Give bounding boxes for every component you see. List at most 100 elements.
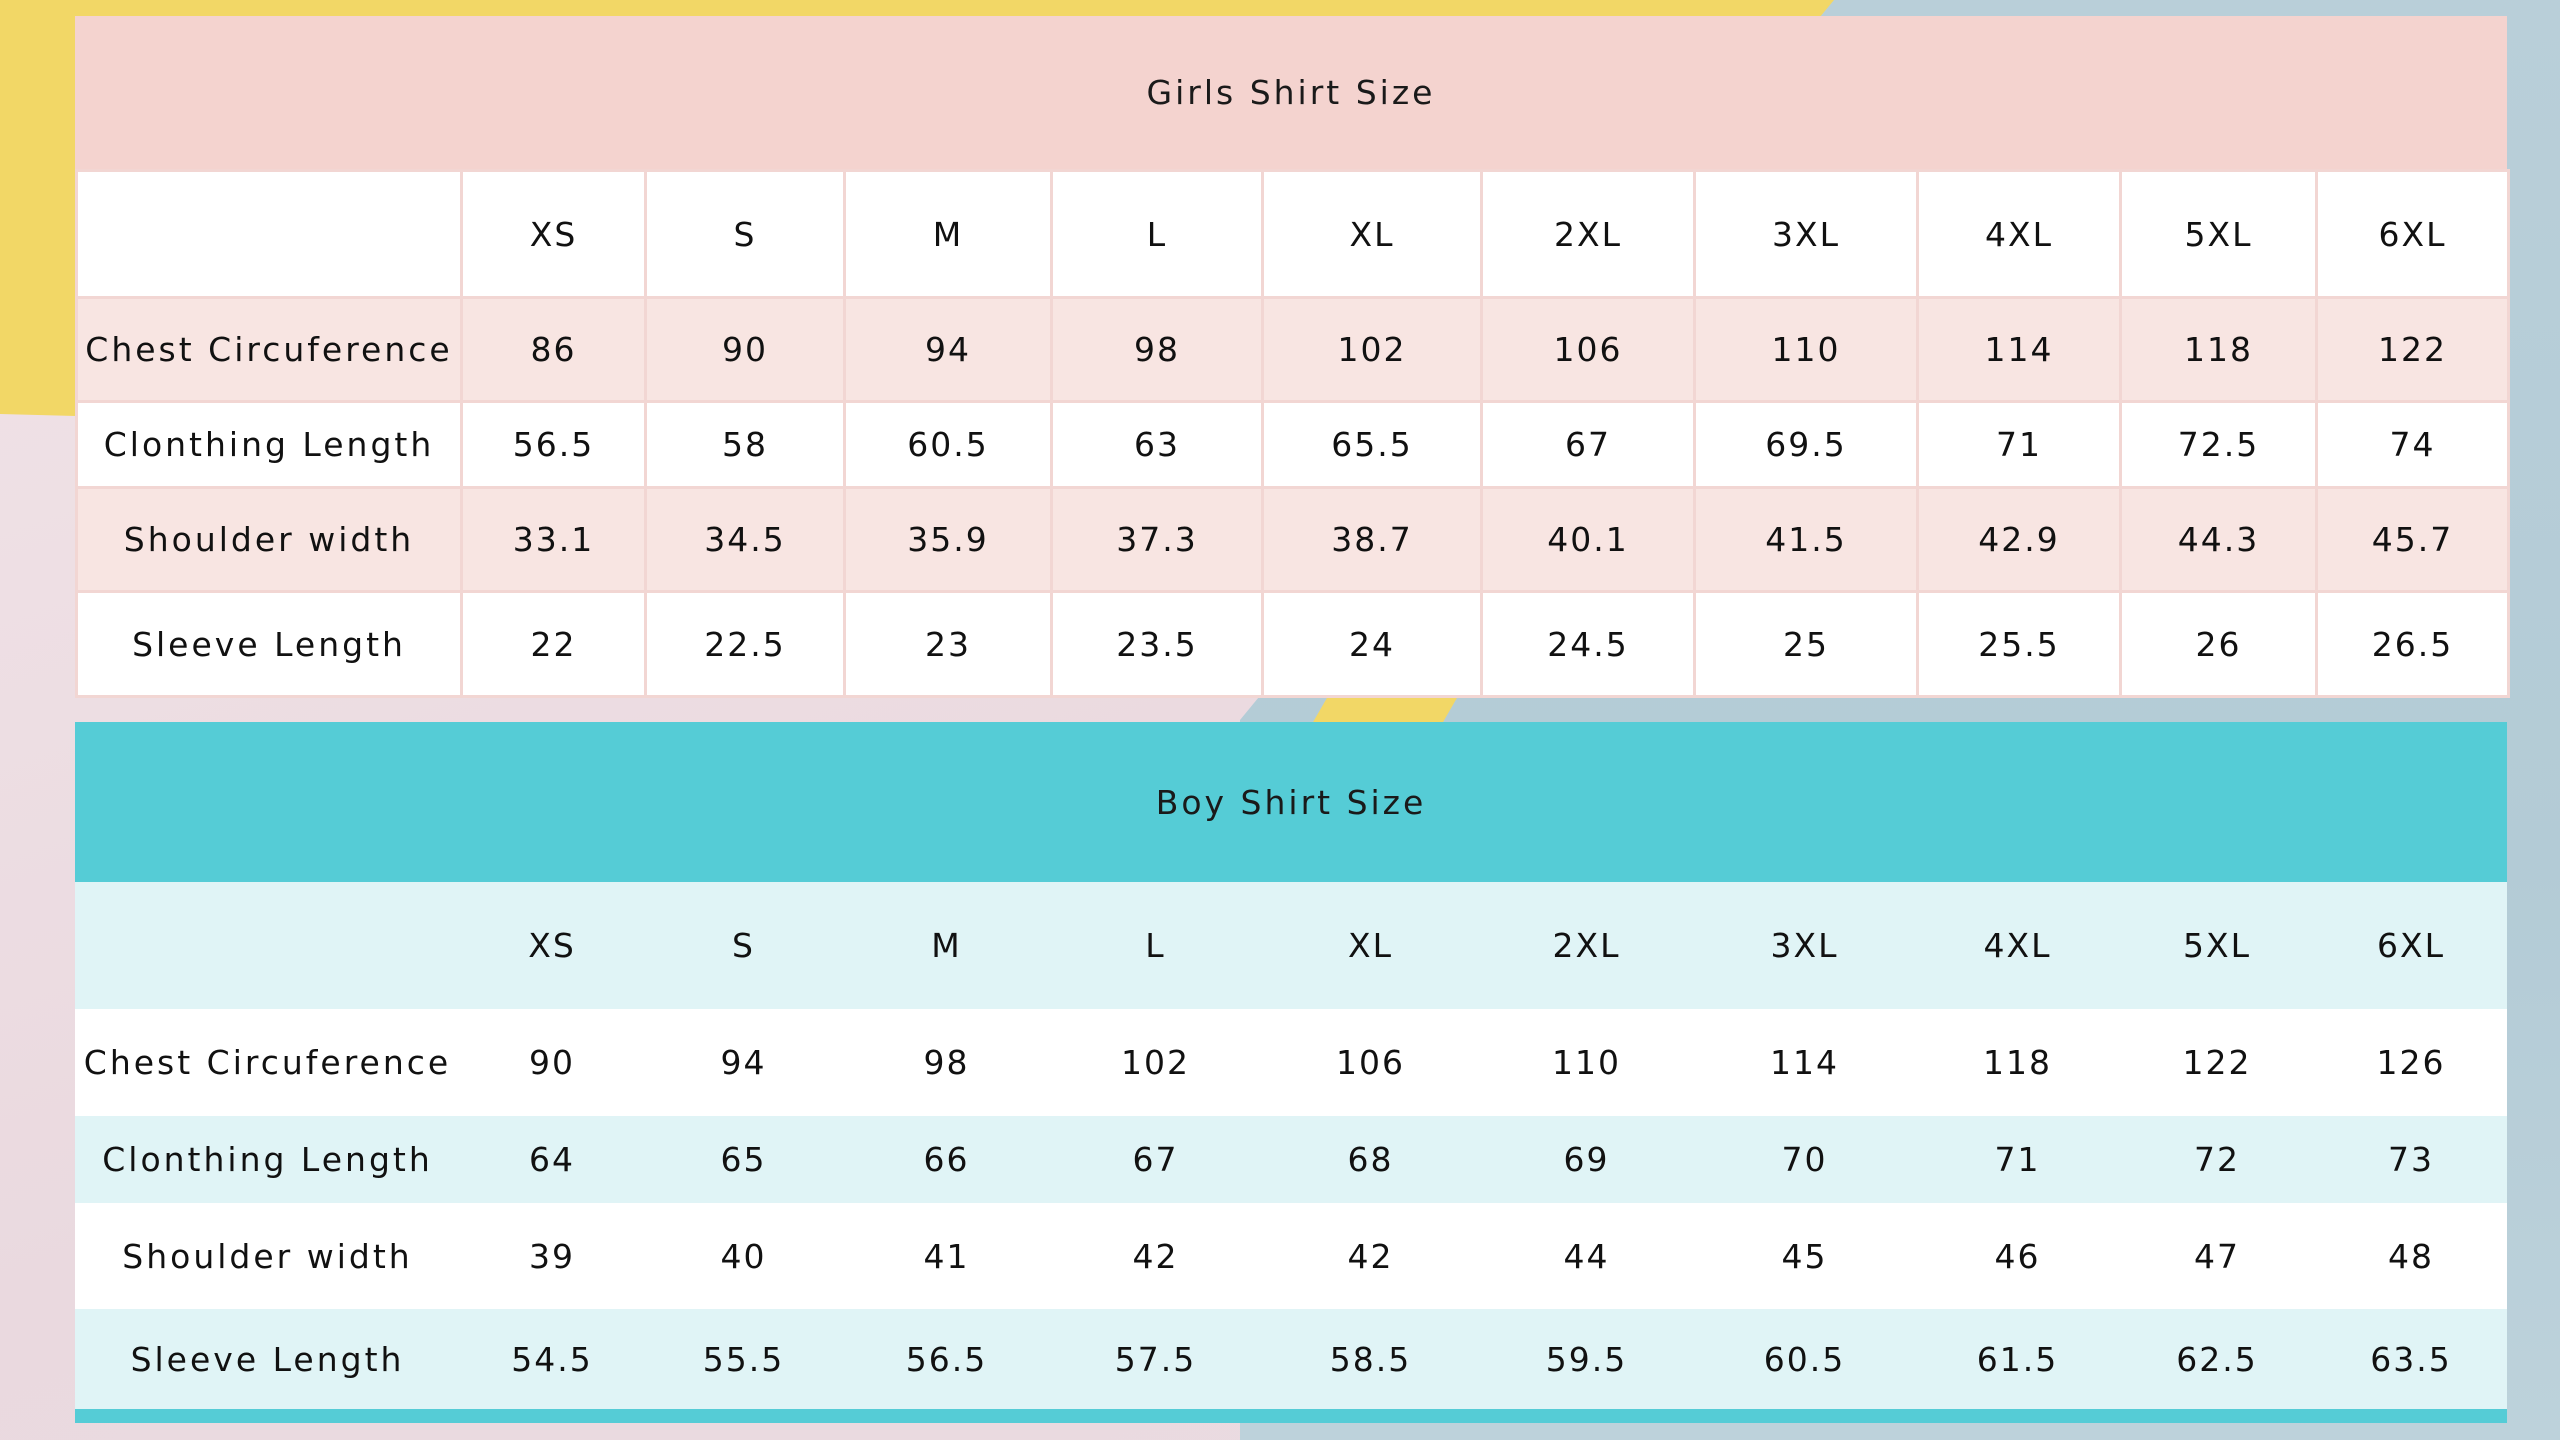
- measurement-value-cell: 68: [1261, 1116, 1480, 1203]
- measurement-value-cell: 86: [460, 296, 647, 403]
- size-header-cell: 3XL: [1693, 169, 1919, 299]
- size-header-cell: 4XL: [1916, 169, 2122, 299]
- measurement-row: Shoulder width 33.1 34.5 35.9 37.3 38.7 40.1 41…: [75, 486, 2510, 593]
- measurement-value-cell: 39: [460, 1203, 644, 1309]
- size-header-cell: 4XL: [1916, 882, 2119, 1009]
- size-header-cell: M: [843, 169, 1053, 299]
- measurement-value-cell: 54.5: [460, 1309, 644, 1409]
- measurement-value-cell: 35.9: [843, 486, 1053, 593]
- measurement-value-cell: 106: [1261, 1009, 1480, 1116]
- size-header-cell: L: [1050, 169, 1264, 299]
- size-header-cell: XS: [460, 882, 644, 1009]
- measurement-value-cell: 126: [2315, 1009, 2507, 1116]
- measurement-label: Sleeve Length: [75, 1309, 460, 1409]
- measurement-value-cell: 106: [1480, 296, 1696, 403]
- measurement-value-cell: 65: [644, 1116, 843, 1203]
- measurement-row: Sleeve Length 22 22.5 23 23.5 24 24.5 25 25.5 26 2…: [75, 590, 2510, 698]
- measurement-value-cell: 42: [1050, 1203, 1261, 1309]
- measurement-value-cell: 56.5: [460, 400, 647, 489]
- measurement-value-cell: 25: [1693, 590, 1919, 698]
- measurement-value-cell: 22: [460, 590, 647, 698]
- measurement-value-cell: 44: [1480, 1203, 1693, 1309]
- measurement-value-cell: 44.3: [2119, 486, 2318, 593]
- measurement-value-cell: 57.5: [1050, 1309, 1261, 1409]
- measurement-value-cell: 33.1: [460, 486, 647, 593]
- measurement-label: Clonthing Length: [75, 400, 463, 489]
- measurement-value-cell: 47: [2119, 1203, 2315, 1309]
- measurement-row: Chest Circuference 90 94 98 102 106 110 114 118 1…: [75, 1009, 2507, 1116]
- measurement-value-cell: 65.5: [1261, 400, 1483, 489]
- measurement-label: Shoulder width: [75, 1203, 460, 1309]
- measurement-value-cell: 72.5: [2119, 400, 2318, 489]
- measurement-row: Sleeve Length 54.5 55.5 56.5 57.5 58.5 59.5 60.…: [75, 1309, 2507, 1409]
- measurement-value-cell: 58.5: [1261, 1309, 1480, 1409]
- size-header-cell: XL: [1261, 169, 1483, 299]
- measurement-value-cell: 48: [2315, 1203, 2507, 1309]
- size-header-cell: L: [1050, 882, 1261, 1009]
- boys-size-chart: Boy Shirt Size XS S M L XL 2XL 3XL 4XL 5XL 6XL Che…: [75, 722, 2507, 1423]
- measurement-value-cell: 102: [1261, 296, 1483, 403]
- measurement-value-cell: 71: [1916, 1116, 2119, 1203]
- size-header-row: XS S M L XL 2XL 3XL 4XL 5XL 6XL: [75, 169, 2510, 299]
- measurement-value-cell: 72: [2119, 1116, 2315, 1203]
- measurement-value-cell: 67: [1050, 1116, 1261, 1203]
- size-header-cell: S: [644, 169, 846, 299]
- size-header-cell: 6XL: [2315, 882, 2507, 1009]
- measurement-value-cell: 58: [644, 400, 846, 489]
- size-header-cell: 2XL: [1480, 882, 1693, 1009]
- girls-size-chart: Girls Shirt Size XS S M L XL 2XL 3XL 4XL 5XL 6XL C…: [75, 16, 2510, 698]
- measurement-value-cell: 38.7: [1261, 486, 1483, 593]
- measurement-value-cell: 63: [1050, 400, 1264, 489]
- measurement-value-cell: 41: [843, 1203, 1050, 1309]
- measurement-value-cell: 67: [1480, 400, 1696, 489]
- measurement-value-cell: 122: [2315, 296, 2510, 403]
- measurement-value-cell: 60.5: [843, 400, 1053, 489]
- measurement-row: Clonthing Length 64 65 66 67 68 69 70 71 72 73: [75, 1116, 2507, 1203]
- size-header-cell: XL: [1261, 882, 1480, 1009]
- measurement-value-cell: 90: [460, 1009, 644, 1116]
- measurement-value-cell: 46: [1916, 1203, 2119, 1309]
- measurement-label: Shoulder width: [75, 486, 463, 593]
- size-header-cell: 6XL: [2315, 169, 2510, 299]
- measurement-value-cell: 110: [1480, 1009, 1693, 1116]
- measurement-value-cell: 70: [1693, 1116, 1916, 1203]
- measurement-value-cell: 23.5: [1050, 590, 1264, 698]
- measurement-value-cell: 114: [1916, 296, 2122, 403]
- size-header-cell: 2XL: [1480, 169, 1696, 299]
- girls-size-table: XS S M L XL 2XL 3XL 4XL 5XL 6XL Chest Circuference…: [75, 169, 2510, 698]
- measurement-label: Clonthing Length: [75, 1116, 460, 1203]
- measurement-value-cell: 71: [1916, 400, 2122, 489]
- measurement-value-cell: 26.5: [2315, 590, 2510, 698]
- measurement-value-cell: 42.9: [1916, 486, 2122, 593]
- measurement-label: Chest Circuference: [75, 296, 463, 403]
- measurement-value-cell: 110: [1693, 296, 1919, 403]
- measurement-value-cell: 118: [1916, 1009, 2119, 1116]
- measurement-value-cell: 98: [843, 1009, 1050, 1116]
- size-header-cell: M: [843, 882, 1050, 1009]
- measurement-value-cell: 22.5: [644, 590, 846, 698]
- size-header-cell: S: [644, 882, 843, 1009]
- measurement-value-cell: 114: [1693, 1009, 1916, 1116]
- size-header-cell: 3XL: [1693, 882, 1916, 1009]
- measurement-value-cell: 122: [2119, 1009, 2315, 1116]
- size-header-cell: 5XL: [2119, 169, 2318, 299]
- measurement-value-cell: 42: [1261, 1203, 1480, 1309]
- measurement-value-cell: 55.5: [644, 1309, 843, 1409]
- boys-size-table: XS S M L XL 2XL 3XL 4XL 5XL 6XL Chest Circuference…: [75, 882, 2507, 1409]
- measurement-value-cell: 40: [644, 1203, 843, 1309]
- measurement-value-cell: 40.1: [1480, 486, 1696, 593]
- boys-table-bottom-bar: [75, 1409, 2507, 1423]
- measurement-value-cell: 66: [843, 1116, 1050, 1203]
- measurement-value-cell: 24: [1261, 590, 1483, 698]
- measurement-label: Chest Circuference: [75, 1009, 460, 1116]
- measurement-value-cell: 61.5: [1916, 1309, 2119, 1409]
- measurement-value-cell: 60.5: [1693, 1309, 1916, 1409]
- measurement-value-cell: 102: [1050, 1009, 1261, 1116]
- measurement-value-cell: 98: [1050, 296, 1264, 403]
- measurement-value-cell: 94: [644, 1009, 843, 1116]
- measurement-value-cell: 69: [1480, 1116, 1693, 1203]
- girls-chart-title: Girls Shirt Size: [75, 16, 2507, 169]
- header-corner-cell: [75, 882, 460, 1009]
- measurement-value-cell: 45.7: [2315, 486, 2510, 593]
- measurement-value-cell: 25.5: [1916, 590, 2122, 698]
